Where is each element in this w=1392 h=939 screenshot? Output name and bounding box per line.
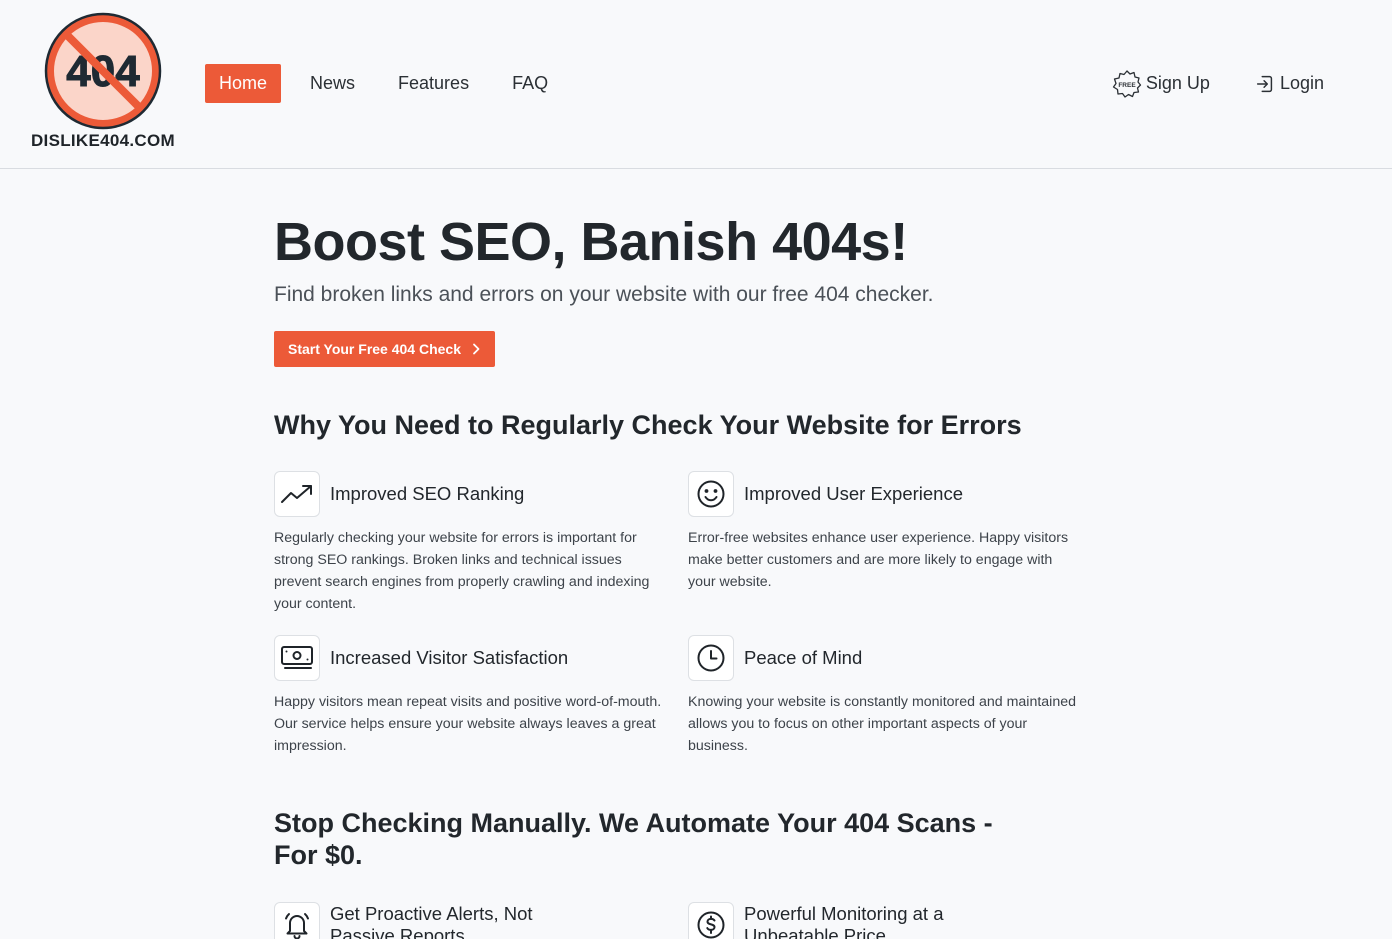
start-check-button[interactable]: Start Your Free 404 Check <box>274 331 496 367</box>
why-heading: Why You Need to Regularly Check Your Web… <box>274 410 1022 440</box>
hero-subtitle: Find broken links and errors on your web… <box>274 283 934 306</box>
feature-title: Improved SEO Ranking <box>330 483 525 504</box>
main-nav: Home News Features FAQ <box>205 64 562 103</box>
logo-text: DISLIKE404.COM <box>30 131 175 150</box>
login-icon <box>1256 75 1273 92</box>
login-link[interactable]: Login <box>1254 64 1324 103</box>
free-badge-icon: FREE <box>1112 69 1142 98</box>
feature-title: Get Proactive Alerts, Not Passive Report… <box>330 903 533 939</box>
chevron-right-icon <box>473 343 480 355</box>
hero-title: Boost SEO, Banish 404s! <box>274 212 908 272</box>
nav-faq[interactable]: FAQ <box>498 64 562 103</box>
feature-title: Improved User Experience <box>744 483 964 504</box>
site-logo[interactable]: 404 DISLIKE404.COM <box>28 12 178 157</box>
clock-icon <box>688 635 734 681</box>
feature-title: Increased Visitor Satisfaction <box>330 647 569 668</box>
signup-link[interactable]: FREE Sign Up <box>1112 64 1210 103</box>
feature-seo: Improved SEO Ranking Regularly checking … <box>274 471 669 615</box>
feature-title: Peace of Mind <box>744 647 863 668</box>
feature-price: Powerful Monitoring at a Unbeatable Pric… <box>688 902 988 939</box>
smiley-icon <box>688 471 734 517</box>
feature-body: Knowing your website is constantly monit… <box>688 694 1077 754</box>
site-header: 404 DISLIKE404.COM Home News Features FA… <box>0 0 1392 169</box>
nav-news[interactable]: News <box>296 64 369 103</box>
login-label: Login <box>1279 73 1324 93</box>
bell-icon <box>274 902 320 939</box>
free-badge-text: FREE <box>1118 82 1136 89</box>
automate-heading: Stop Checking Manually. We Automate Your… <box>274 808 993 870</box>
feature-peace: Peace of Mind Knowing your website is co… <box>688 635 1083 757</box>
feature-title: Powerful Monitoring at a Unbeatable Pric… <box>744 903 944 939</box>
feature-alerts: Get Proactive Alerts, Not Passive Report… <box>274 902 574 939</box>
cta-label: Start Your Free 404 Check <box>288 341 462 357</box>
feature-body: Error-free websites enhance user experie… <box>688 530 1069 590</box>
no-404-logo-icon: 404 <box>44 12 162 130</box>
feature-body: Regularly checking your website for erro… <box>274 530 650 612</box>
feature-ux: Improved User Experience Error-free webs… <box>688 471 1083 593</box>
signup-label: Sign Up <box>1145 73 1210 93</box>
nav-home[interactable]: Home <box>205 64 282 103</box>
account-nav: FREE Sign Up Login <box>1112 64 1324 103</box>
dollar-icon <box>688 902 734 939</box>
feature-satisfaction: Increased Visitor Satisfaction Happy vis… <box>274 635 669 757</box>
cash-icon <box>274 635 320 681</box>
nav-features[interactable]: Features <box>384 64 483 103</box>
trending-up-icon <box>274 471 320 517</box>
feature-body: Happy visitors mean repeat visits and po… <box>274 694 662 754</box>
